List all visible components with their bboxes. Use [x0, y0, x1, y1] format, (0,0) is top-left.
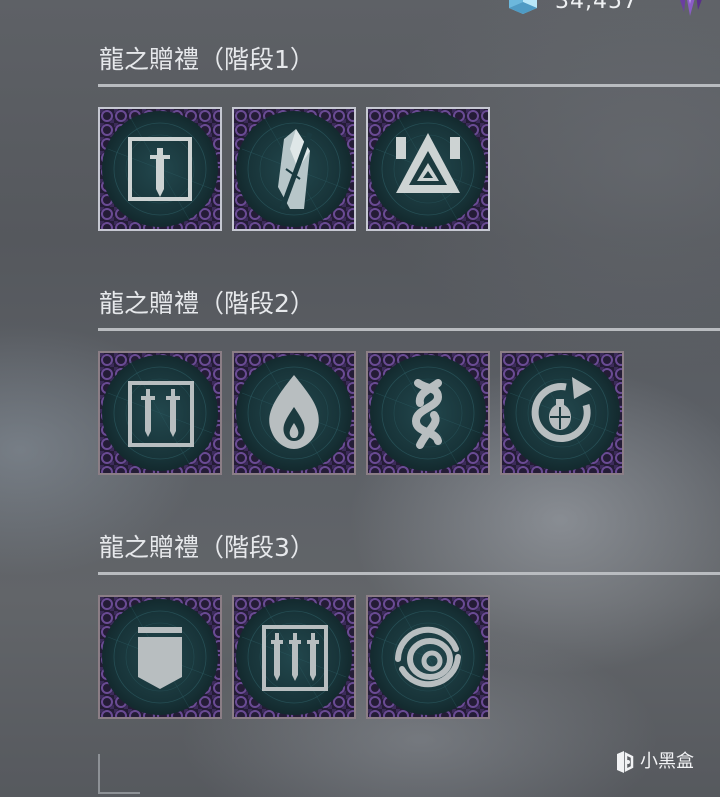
tier-2-mod-grid	[98, 351, 720, 475]
xiaoheihe-logo-icon	[617, 751, 634, 773]
currency-value: 34,457	[555, 0, 638, 14]
glimmer-icon	[509, 0, 537, 14]
mod-slot-vortex[interactable]	[366, 595, 490, 719]
mod-slot-grenade-recharge[interactable]	[500, 351, 624, 475]
mod-slot-flame[interactable]	[232, 351, 356, 475]
currency-display: 34,457	[503, 0, 638, 16]
watermark: 小黑盒	[612, 750, 694, 774]
tier-3-title: 龍之贈禮（階段3）	[99, 533, 315, 562]
tier-1-section: 龍之贈禮（階段1）	[98, 42, 720, 231]
mod-slot-shard[interactable]	[232, 107, 356, 231]
mod-slot-double-sword[interactable]	[98, 351, 222, 475]
corner-bracket	[98, 754, 140, 794]
mod-slot-triple-sword[interactable]	[232, 595, 356, 719]
tier-3-section: 龍之贈禮（階段3）	[98, 530, 720, 719]
tier-1-mod-grid	[98, 107, 720, 231]
tier-3-mod-grid	[98, 595, 720, 719]
crystal-icon	[680, 0, 702, 16]
tier-1-divider	[98, 84, 720, 87]
tier-2-divider	[98, 328, 720, 331]
tier-2-title: 龍之贈禮（階段2）	[99, 289, 315, 318]
watermark-text: 小黑盒	[640, 751, 694, 772]
mod-slot-triangle[interactable]	[366, 107, 490, 231]
tier-3-divider	[98, 572, 720, 575]
mod-slot-sword[interactable]	[98, 107, 222, 231]
mod-slot-strand[interactable]	[366, 351, 490, 475]
tier-2-section: 龍之贈禮（階段2）	[98, 286, 720, 475]
mod-slot-shield-banner[interactable]	[98, 595, 222, 719]
tier-1-title: 龍之贈禮（階段1）	[99, 45, 315, 74]
